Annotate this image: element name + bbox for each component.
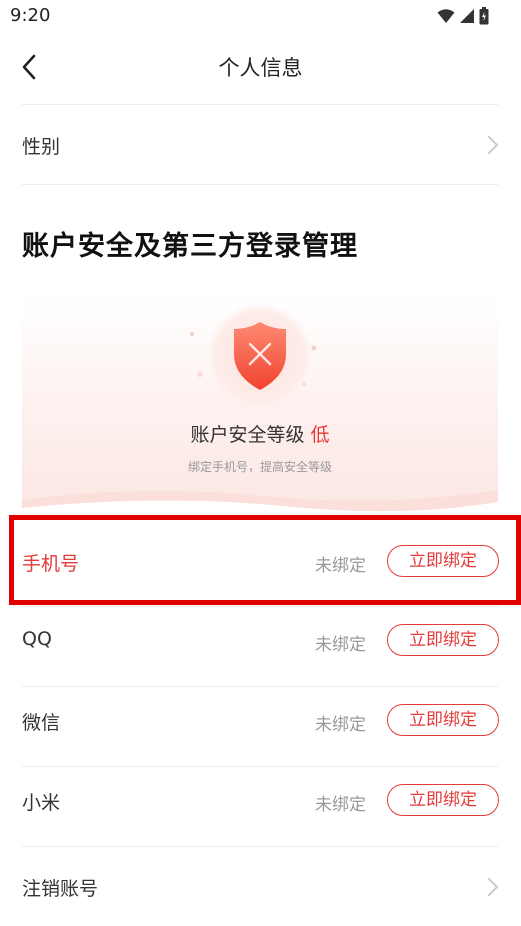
bind-row-qq: QQ 未绑定 立即绑定: [0, 600, 521, 680]
status-time: 9:20: [10, 5, 51, 26]
chevron-right-icon: [488, 878, 498, 896]
bind-button-phone[interactable]: 立即绑定: [387, 545, 499, 577]
status-icons: [437, 7, 489, 25]
nav-bar: 个人信息: [0, 32, 521, 102]
security-hint: 绑定手机号，提高安全等级: [187, 460, 332, 474]
security-level-value: 低: [310, 424, 330, 446]
bind-button-qq[interactable]: 立即绑定: [387, 624, 499, 656]
bind-label-phone: 手机号: [22, 553, 80, 575]
gender-row[interactable]: 性别: [0, 104, 521, 184]
bind-row-wechat: 微信 未绑定 立即绑定: [0, 680, 521, 760]
cancel-account-row[interactable]: 注销账号: [0, 846, 521, 926]
bind-label-qq: QQ: [22, 628, 52, 650]
cancel-account-label: 注销账号: [22, 878, 99, 900]
decor-dots: [190, 332, 317, 386]
chevron-right-icon: [488, 136, 498, 154]
wifi-icon: [437, 9, 455, 23]
bind-status-xiaomi: 未绑定: [315, 795, 366, 815]
bind-status-phone: 未绑定: [315, 556, 366, 576]
divider: [22, 184, 498, 185]
battery-icon: [479, 7, 489, 25]
wave-decoration: [22, 490, 498, 518]
gender-label: 性别: [22, 136, 61, 158]
bind-label-wechat: 微信: [22, 712, 61, 734]
bind-button-wechat[interactable]: 立即绑定: [387, 704, 499, 736]
status-bar: 9:20: [0, 0, 521, 32]
security-level-label: 账户安全等级: [190, 424, 305, 446]
section-heading: 账户安全及第三方登录管理: [22, 231, 358, 262]
bind-status-qq: 未绑定: [315, 635, 366, 655]
bind-status-wechat: 未绑定: [315, 715, 366, 735]
security-card: 账户安全等级低 绑定手机号，提高安全等级: [22, 296, 498, 518]
bind-button-xiaomi[interactable]: 立即绑定: [387, 784, 499, 816]
security-level-text: 账户安全等级低: [22, 420, 498, 447]
bind-row-phone: 手机号 未绑定 立即绑定: [0, 521, 521, 601]
bind-row-xiaomi: 小米 未绑定 立即绑定: [0, 760, 521, 840]
bind-label-xiaomi: 小米: [22, 792, 61, 814]
page-title: 个人信息: [218, 56, 303, 80]
signal-icon: [460, 9, 474, 23]
